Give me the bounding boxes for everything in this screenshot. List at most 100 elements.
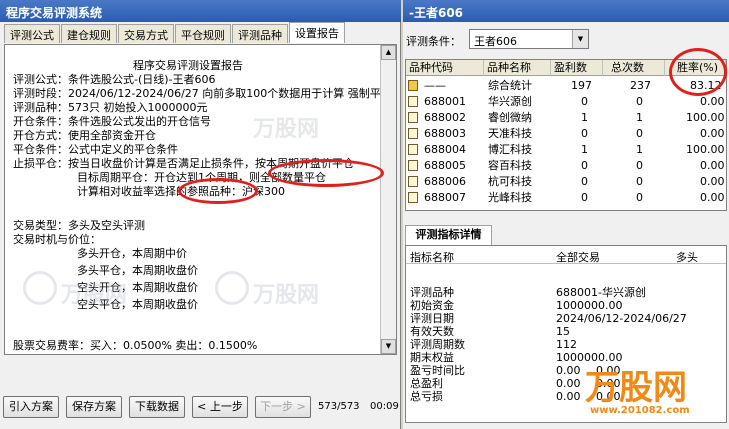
row-profit: 197 bbox=[571, 79, 592, 92]
table-row[interactable]: 688003 天准科技 0 0 0.00 bbox=[406, 126, 726, 141]
row-code: 688005 bbox=[424, 159, 466, 172]
col-all-trades: 全部交易 bbox=[556, 251, 600, 264]
tab-detail[interactable]: 评测指标详情 bbox=[405, 225, 492, 245]
stock-icon bbox=[408, 144, 418, 155]
tab-open-rules[interactable]: 建仓规则 bbox=[61, 24, 117, 43]
chevron-right-icon: > bbox=[293, 400, 306, 413]
row-code: 688006 bbox=[424, 175, 466, 188]
watermark-logo-icon bbox=[23, 271, 57, 305]
condition-label: 评测条件： bbox=[406, 35, 461, 48]
next-step-button[interactable]: 下一步 > bbox=[255, 396, 311, 418]
tab-formula[interactable]: 评测公式 bbox=[4, 24, 60, 43]
prev-step-button[interactable]: < 上一步 bbox=[192, 396, 248, 418]
row-rate: 100.00 bbox=[686, 143, 725, 156]
row-code: 688001 bbox=[424, 95, 466, 108]
detail-all: 688001-华兴源创 bbox=[556, 286, 646, 299]
next-step-label: 下一步 bbox=[260, 400, 294, 413]
stock-icon bbox=[408, 192, 418, 203]
row-code: —— bbox=[424, 79, 446, 92]
detail-all: 112 bbox=[556, 338, 577, 351]
report-line-formula: 评测公式：条件选股公式-(日线)-王者606 bbox=[13, 73, 216, 86]
report-line-open-mode: 开仓方式：使用全部资金开仓 bbox=[13, 129, 156, 142]
stock-icon bbox=[408, 112, 418, 123]
row-name: 睿创微纳 bbox=[488, 111, 532, 124]
col-indicator: 指标名称 bbox=[410, 251, 454, 264]
detail-all: 2024/06/12-2024/06/27 bbox=[556, 312, 687, 325]
row-rate: 0.00 bbox=[700, 159, 725, 172]
chevron-down-icon[interactable]: ▼ bbox=[572, 30, 588, 48]
table-row[interactable]: 688001 华兴源创 0 0 0.00 bbox=[406, 94, 726, 109]
report-line-period: 评测时段：2024/06/12-2024/06/27 向前多取100个数据用于计… bbox=[13, 87, 392, 100]
col-name[interactable]: 品种名称 bbox=[484, 60, 551, 76]
import-plan-button[interactable]: 引入方案 bbox=[3, 396, 59, 418]
elapsed-time: 00:09 bbox=[370, 401, 399, 412]
row-total: 0 bbox=[636, 191, 643, 204]
report-line-long-close: 多头平仓，本周期收盘价 bbox=[77, 264, 198, 277]
tab-report[interactable]: 设置报告 bbox=[289, 22, 345, 43]
detail-name: 期末权益 bbox=[410, 351, 454, 364]
row-name: 光峰科技 bbox=[488, 191, 532, 204]
report-scrollbar[interactable]: ▲ ▼ bbox=[380, 45, 396, 354]
report-line-fees: 股票交易费率：买入：0.0500% 卖出：0.1500% bbox=[13, 339, 258, 352]
tab-close-rules[interactable]: 平仓规则 bbox=[175, 24, 231, 43]
row-total: 237 bbox=[630, 79, 651, 92]
condition-value: 王者606 bbox=[474, 35, 517, 48]
download-data-button[interactable]: 下载数据 bbox=[129, 396, 185, 418]
chevron-left-icon: < bbox=[197, 400, 210, 413]
row-profit: 0 bbox=[581, 127, 588, 140]
col-total[interactable]: 总次数 bbox=[603, 60, 665, 76]
row-rate: 0.00 bbox=[700, 95, 725, 108]
row-profit: 0 bbox=[581, 175, 588, 188]
col-long: 多头 bbox=[676, 251, 698, 264]
stock-icon bbox=[408, 128, 418, 139]
table-row[interactable]: 688007 光峰科技 0 0 0.00 bbox=[406, 190, 726, 205]
stock-icon bbox=[408, 96, 418, 107]
list-item bbox=[406, 272, 726, 285]
brand-watermark: 万股网 bbox=[585, 368, 687, 408]
detail-name: 评测日期 bbox=[410, 312, 454, 325]
row-name: 华兴源创 bbox=[488, 95, 532, 108]
table-row[interactable]: 688002 睿创微纳 1 1 100.00 bbox=[406, 110, 726, 125]
tab-trade-mode[interactable]: 交易方式 bbox=[118, 24, 174, 43]
table-row[interactable]: 688006 杭可科技 0 0 0.00 bbox=[406, 174, 726, 189]
row-rate: 100.00 bbox=[686, 111, 725, 124]
detail-all: 0.00 bbox=[556, 390, 581, 403]
list-item: 评测周期数 112 bbox=[406, 338, 726, 351]
report-line-open-condition: 开仓条件：条件选股公式发出的开仓信号 bbox=[13, 115, 211, 128]
row-total: 1 bbox=[636, 111, 643, 124]
list-item: 评测日期 2024/06/12-2024/06/27 bbox=[406, 312, 726, 325]
report-line-long-open: 多头开仓，本周期中价 bbox=[77, 247, 187, 260]
evaluation-system-window: 程序交易评测系统 评测公式 建仓规则 交易方式 平仓规则 评测品种 设置报告 程… bbox=[0, 0, 401, 429]
table-row[interactable]: 688004 博汇科技 1 1 100.00 bbox=[406, 142, 726, 157]
detail-name: 评测品种 bbox=[410, 286, 454, 299]
annotation-circle-period bbox=[178, 178, 258, 204]
table-row[interactable]: 688005 容百科技 0 0 0.00 bbox=[406, 158, 726, 173]
col-code[interactable]: 品种代码 bbox=[406, 60, 484, 76]
report-line-close-condition: 平仓条件：公式中定义的平仓条件 bbox=[13, 143, 178, 156]
annotation-circle-stop-loss bbox=[268, 159, 384, 187]
detail-all: 0.00 bbox=[556, 377, 581, 390]
report-line-stocks: 评测品种：573只 初始投入1000000元 bbox=[13, 101, 208, 114]
col-profit[interactable]: 盈利数 bbox=[551, 60, 603, 76]
stock-icon bbox=[408, 160, 418, 171]
row-name: 综合统计 bbox=[488, 79, 532, 92]
save-plan-button[interactable]: 保存方案 bbox=[66, 396, 122, 418]
watermark-logo-icon bbox=[215, 271, 249, 305]
summary-icon bbox=[408, 80, 418, 91]
report-title: 程序交易评测设置报告 bbox=[133, 59, 243, 72]
row-rate: 0.00 bbox=[700, 127, 725, 140]
scroll-up-icon[interactable]: ▲ bbox=[381, 45, 396, 60]
tab-bar: 评测公式 建仓规则 交易方式 平仓规则 评测品种 设置报告 bbox=[4, 22, 346, 44]
scroll-down-icon[interactable]: ▼ bbox=[381, 339, 396, 354]
tab-stocks[interactable]: 评测品种 bbox=[232, 24, 288, 43]
row-total: 0 bbox=[636, 127, 643, 140]
detail-name: 初始资金 bbox=[410, 299, 454, 312]
prev-step-label: 上一步 bbox=[209, 400, 243, 413]
watermark-text: 万股网 bbox=[253, 283, 320, 308]
report-line-timing: 交易时机与价位： bbox=[13, 233, 101, 246]
window-title: 程序交易评测系统 bbox=[0, 0, 401, 22]
detail-all: 0.00 bbox=[556, 364, 581, 377]
row-code: 688007 bbox=[424, 191, 466, 204]
condition-select[interactable]: 王者606 ▼ bbox=[469, 29, 589, 49]
report-line-short-close: 空头平仓，本周期收盘价 bbox=[77, 298, 198, 311]
